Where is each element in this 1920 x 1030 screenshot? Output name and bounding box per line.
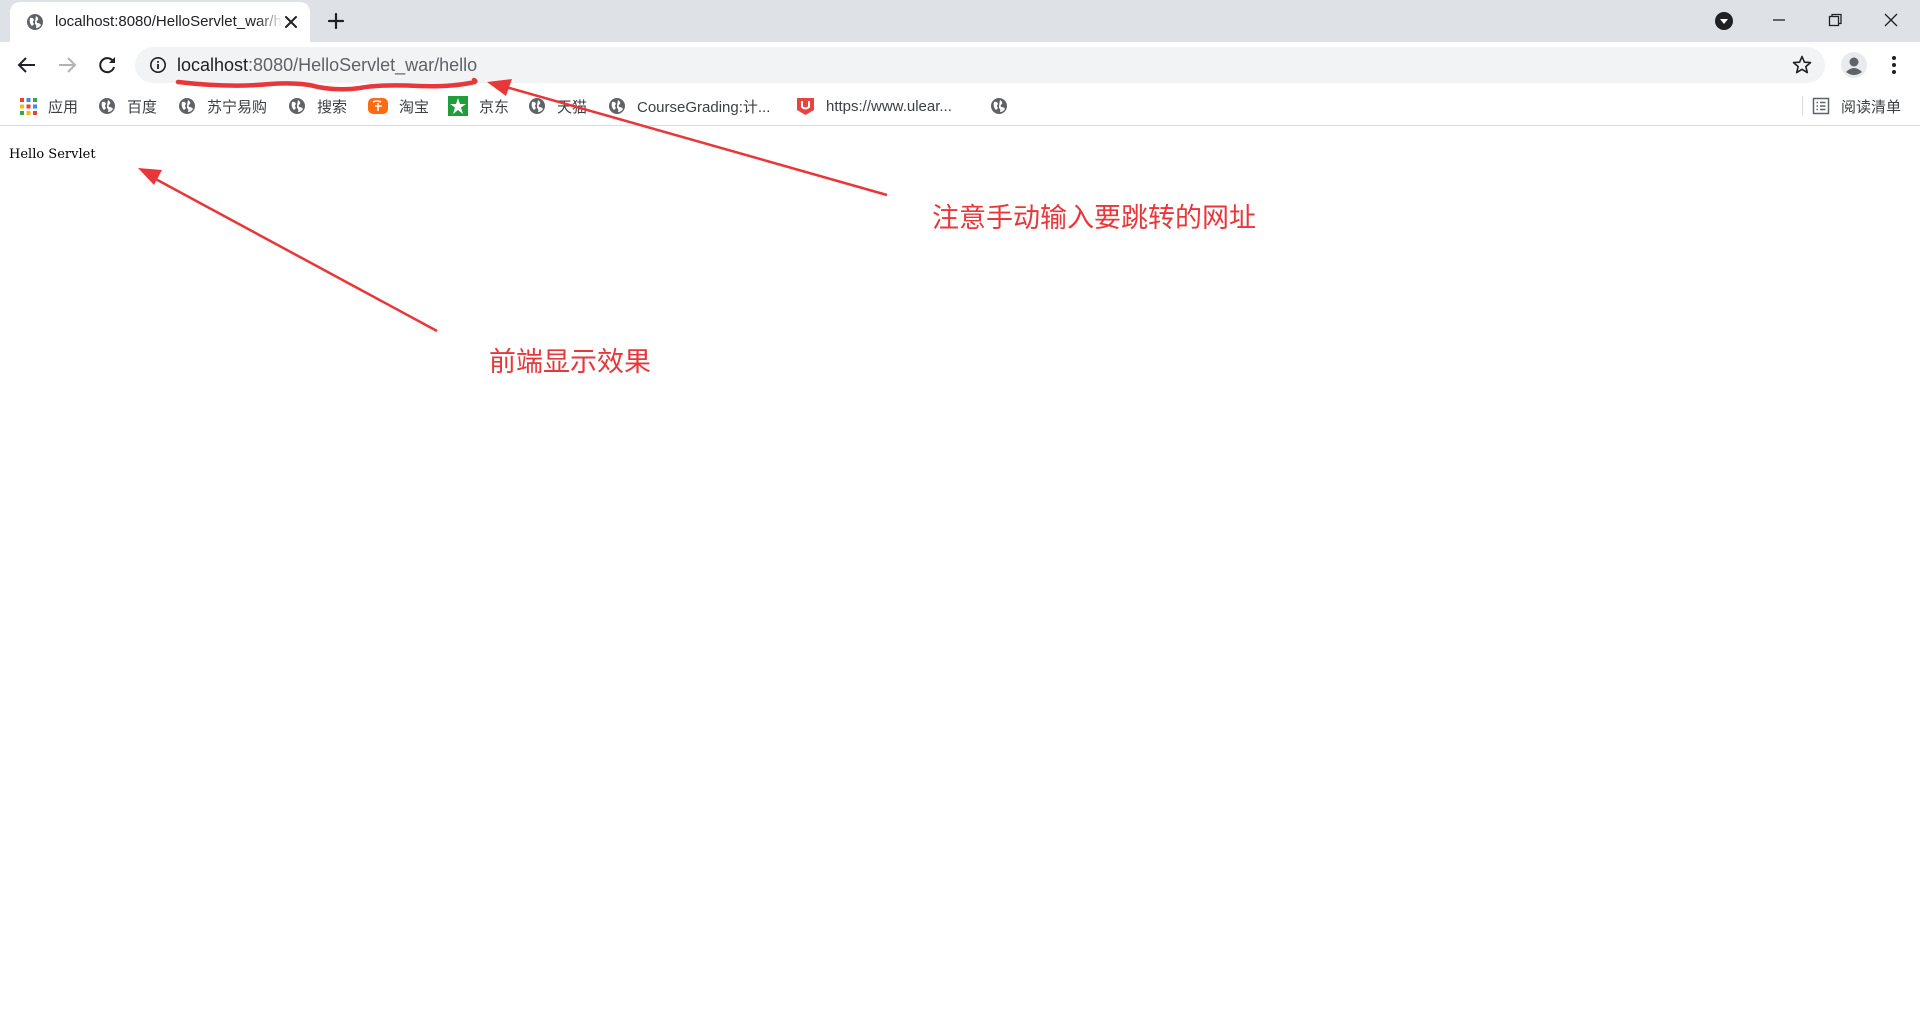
more-menu-icon[interactable] (1882, 53, 1906, 77)
reload-icon[interactable] (95, 53, 119, 77)
url-host: localhost (177, 55, 249, 75)
bookmark-taobao[interactable]: 淘宝 (368, 96, 429, 116)
bookmark-suning[interactable]: 苏宁易购 (178, 96, 267, 116)
bookmark-apps[interactable]: 应用 (20, 96, 78, 116)
globe-icon (27, 14, 43, 30)
bookmark-baidu[interactable]: 百度 (98, 96, 157, 116)
url-text[interactable]: localhost:8080/HelloServlet_war/hello (177, 55, 477, 75)
bookmark-label: 搜索 (317, 98, 348, 116)
taobao-icon (368, 98, 388, 114)
url-annotation-text: 注意手动输入要跳转的网址 (932, 203, 1256, 234)
bookmark-label: 百度 (127, 98, 158, 116)
globe-icon (289, 98, 305, 114)
active-tab[interactable]: localhost:8080/HelloServlet_war/hello (10, 2, 310, 42)
reading-list-label: 阅读清单 (1841, 98, 1902, 116)
bookmark-tmall[interactable]: 天猫 (528, 96, 587, 116)
info-icon[interactable] (149, 56, 167, 74)
globe-icon (529, 98, 545, 114)
forward-arrow-icon[interactable] (55, 53, 79, 77)
close-window-icon (1884, 13, 1898, 27)
bookmark-label: 淘宝 (399, 98, 430, 116)
bookmarks-divider (1802, 96, 1803, 116)
chevron-down-circle-icon (1715, 12, 1733, 30)
minimize-button[interactable] (1751, 0, 1807, 42)
apps-grid-icon (20, 97, 37, 115)
globe-icon (991, 98, 1007, 114)
minimize-icon (1773, 19, 1785, 21)
bookmarks-bar: 应用 百度 苏宁易购 搜索 淘宝 京东 天猫 CourseGrading:计..… (0, 88, 1920, 126)
restore-button[interactable] (1807, 0, 1863, 42)
close-window-button[interactable] (1863, 0, 1919, 42)
reading-list-button[interactable]: 阅读清单 (1812, 96, 1901, 116)
display-annotation-text: 前端显示效果 (489, 347, 651, 378)
address-bar[interactable]: localhost:8080/HelloServlet_war/hello (135, 47, 1825, 83)
bookmark-label: 京东 (479, 98, 510, 116)
close-icon[interactable] (282, 13, 300, 31)
ulearning-icon (797, 98, 814, 115)
back-arrow-icon[interactable] (15, 53, 39, 77)
tab-search-button[interactable] (1695, 0, 1751, 42)
tab-title: localhost:8080/HelloServlet_war/hello (55, 13, 283, 30)
bookmark-ulearning[interactable]: https://www.ulear... (796, 96, 952, 116)
bookmark-coursegrading[interactable]: CourseGrading:计... (608, 96, 770, 116)
bookmark-label: 天猫 (557, 98, 588, 116)
globe-icon (179, 98, 195, 114)
new-tab-icon[interactable] (326, 11, 346, 31)
restore-icon (1828, 13, 1842, 27)
bookmark-label: https://www.ulear... (826, 97, 952, 115)
servlet-output-text: Hello Servlet (9, 147, 96, 162)
profile-avatar-icon[interactable] (1840, 51, 1868, 79)
bookmark-jd[interactable]: 京东 (448, 96, 509, 116)
bookmark-search[interactable]: 搜索 (288, 96, 347, 116)
bookmark-label: CourseGrading:计... (637, 98, 771, 116)
star-icon[interactable] (1791, 54, 1813, 76)
toolbar: localhost:8080/HelloServlet_war/hello (0, 42, 1920, 88)
page-content: Hello Servlet (0, 126, 1920, 1030)
bookmark-label: 苏宁易购 (207, 98, 268, 116)
url-path: :8080/HelloServlet_war/hello (248, 55, 478, 75)
reading-list-icon (1812, 97, 1830, 115)
globe-icon (609, 98, 625, 114)
bookmark-label: 应用 (48, 98, 79, 116)
browser-window: localhost:8080/HelloServlet_war/hello lo… (0, 0, 1920, 1030)
jd-icon (448, 96, 468, 116)
globe-icon (99, 98, 115, 114)
bookmark-unnamed[interactable] (990, 96, 1019, 116)
tab-strip: localhost:8080/HelloServlet_war/hello (0, 0, 1920, 42)
tab-title-fade (257, 8, 283, 36)
